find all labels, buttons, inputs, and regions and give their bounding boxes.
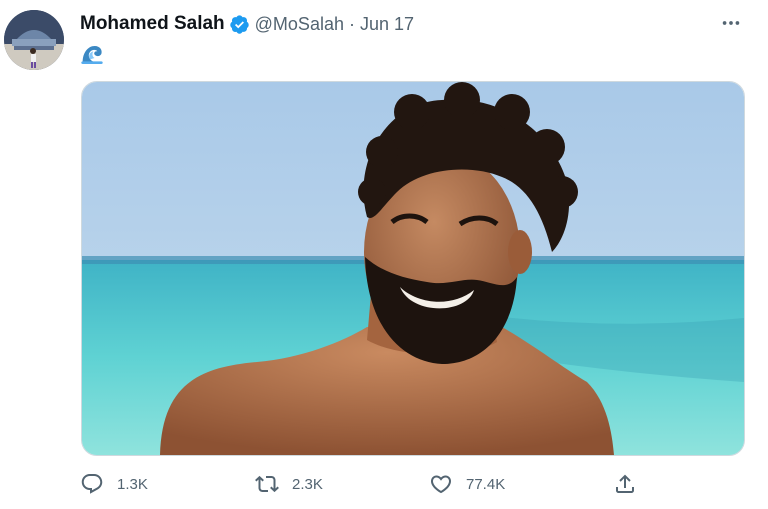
retweet-icon: [255, 472, 279, 496]
tweet-date[interactable]: Jun 17: [360, 14, 414, 35]
like-button[interactable]: 77.4K: [429, 468, 505, 500]
tweet-actions: 1.3K 2.3K 77.4K: [0, 468, 768, 500]
share-icon: [613, 472, 637, 496]
share-button[interactable]: [613, 468, 637, 500]
more-icon[interactable]: [716, 12, 746, 34]
tweet-header: Mohamed Salah @MoSalah · Jun 17: [80, 12, 414, 36]
reply-icon: [80, 472, 104, 496]
separator-dot: ·: [348, 13, 355, 34]
reply-count: 1.3K: [117, 475, 148, 493]
like-count: 77.4K: [466, 475, 506, 493]
reply-button[interactable]: 1.3K: [80, 468, 148, 500]
author-name[interactable]: Mohamed Salah: [80, 13, 225, 35]
tweet-text: [80, 42, 104, 68]
tweet-photo[interactable]: [81, 81, 745, 456]
verified-badge-icon: [229, 14, 250, 35]
retweet-button[interactable]: 2.3K: [255, 468, 323, 500]
avatar[interactable]: [4, 10, 64, 70]
tweet[interactable]: Mohamed Salah @MoSalah · Jun 17 1.3K 2.3…: [0, 0, 768, 509]
retweet-count: 2.3K: [292, 475, 323, 493]
author-handle[interactable]: @MoSalah: [255, 14, 344, 35]
water-wave-emoji: [80, 42, 104, 66]
like-icon: [429, 472, 453, 496]
